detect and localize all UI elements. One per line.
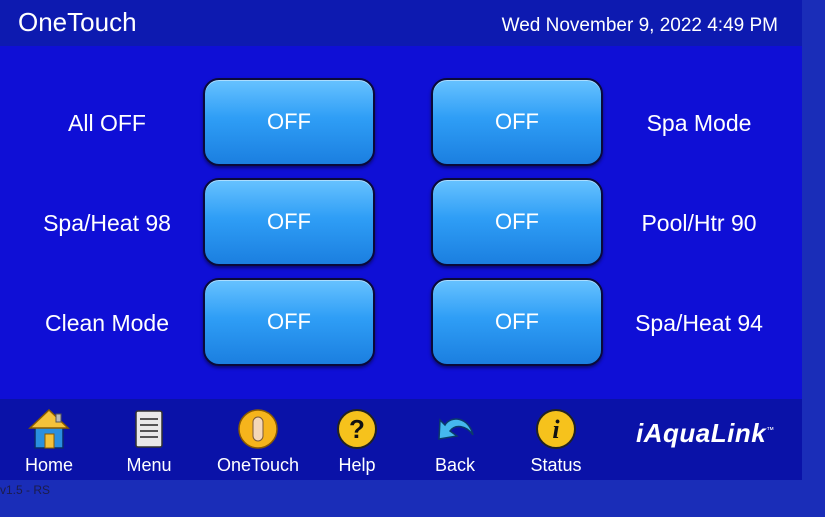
row-label-spa-mode: Spa Mode	[646, 110, 752, 136]
row-label-spa-heat-98: Spa/Heat 98	[43, 210, 171, 236]
nav-status-label: Status	[530, 455, 582, 475]
status-icon: i	[536, 409, 576, 449]
nav-help-button[interactable]: ? Help	[307, 407, 407, 476]
home-icon	[28, 408, 70, 449]
svg-text:?: ?	[349, 414, 365, 444]
nav-menu-label: Menu	[126, 455, 172, 475]
nav-onetouch-button[interactable]: OneTouch	[208, 407, 308, 476]
nav-menu-button[interactable]: Menu	[99, 407, 199, 476]
brand-name: iAquaLink	[636, 418, 767, 448]
all-off-button[interactable]: OFF	[203, 78, 375, 166]
iaqualink-logo: iAquaLink™	[636, 418, 775, 449]
nav-status-button[interactable]: i Status	[506, 407, 606, 476]
pool-htr-90-button[interactable]: OFF	[431, 178, 603, 266]
nav-home-label: Home	[24, 455, 73, 475]
version-label: v1.5 - RS	[0, 483, 51, 497]
menu-icon	[135, 410, 163, 448]
help-icon: ?	[337, 409, 377, 449]
svg-text:i: i	[552, 415, 560, 444]
main-panel: OneTouch Wed November 9, 2022 4:49 PM Al…	[0, 0, 802, 480]
row-label-all-off: All OFF	[68, 110, 146, 136]
brand-trademark: ™	[766, 425, 775, 435]
nav-onetouch-label: OneTouch	[216, 455, 300, 475]
clean-mode-button[interactable]: OFF	[203, 278, 375, 366]
spa-heat-98-button[interactable]: OFF	[203, 178, 375, 266]
datetime-display: Wed November 9, 2022 4:49 PM	[501, 15, 778, 36]
spa-mode-button[interactable]: OFF	[431, 78, 603, 166]
nav-back-label: Back	[434, 455, 476, 475]
spa-heat-94-button[interactable]: OFF	[431, 278, 603, 366]
nav-help-label: Help	[338, 455, 376, 475]
row-label-spa-heat-94: Spa/Heat 94	[635, 310, 763, 336]
row-label-pool-htr-90: Pool/Htr 90	[641, 210, 757, 236]
onetouch-icon	[238, 409, 278, 449]
row-label-clean-mode: Clean Mode	[44, 310, 170, 336]
nav-home-button[interactable]: Home	[0, 407, 99, 476]
nav-back-button[interactable]: Back	[405, 407, 505, 476]
header-bar: OneTouch Wed November 9, 2022 4:49 PM	[0, 0, 802, 46]
page-title: OneTouch	[18, 7, 137, 37]
back-icon	[438, 418, 474, 440]
